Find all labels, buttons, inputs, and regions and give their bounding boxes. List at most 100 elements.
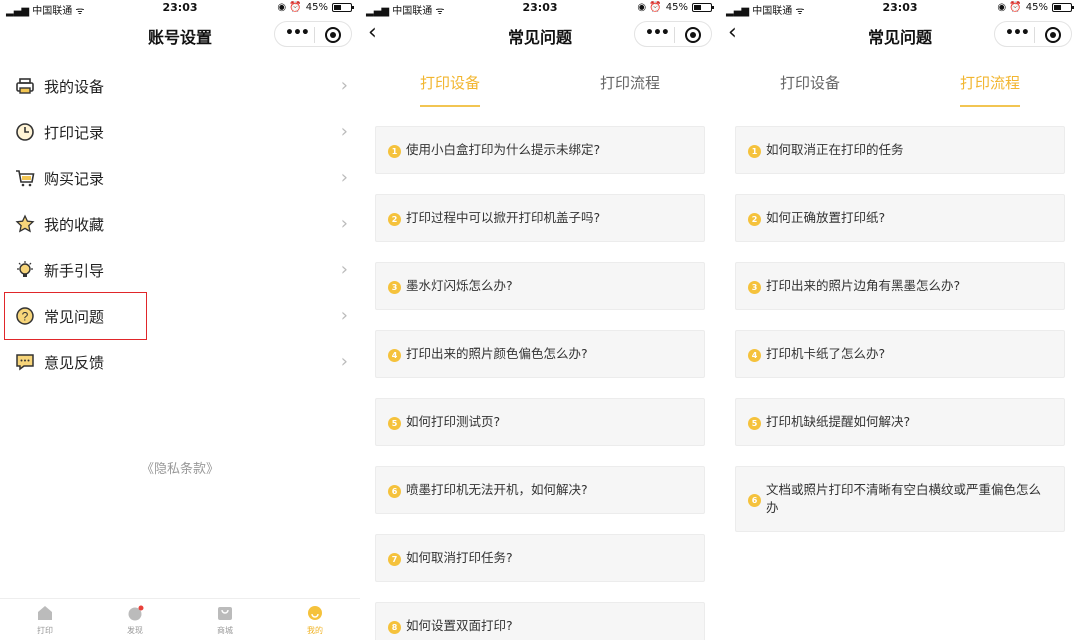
question-card[interactable]: 6 喷墨打印机无法开机，如何解决? [375,466,705,514]
battery-icon [1052,3,1074,12]
settings-menu-item[interactable]: 我的设备 › [0,63,360,109]
question-number-badge: 6 [748,493,761,507]
close-mini-program-icon[interactable] [325,27,341,43]
chevron-right-icon: › [340,305,348,326]
chevron-right-icon: › [340,167,348,188]
settings-menu-item[interactable]: 新手引导 › [0,247,360,293]
question-number-badge: 5 [748,416,761,430]
tab-discover[interactable]: 发现 [90,599,180,640]
mini-program-capsule: ••• [994,21,1072,47]
tab-label: 我的 [307,626,323,635]
faq-tabs: 打印设备 打印流程 [720,52,1080,108]
question-card[interactable]: 3 打印出来的照片边角有黑墨怎么办? [735,262,1065,310]
profile-icon [306,605,324,621]
question-number-badge: 6 [388,484,401,498]
battery-text: 45% [1025,2,1048,13]
close-mini-program-icon[interactable] [1045,27,1061,43]
chevron-right-icon: › [340,259,348,280]
settings-menu-item[interactable]: 我的收藏 › [0,201,360,247]
tab-label: 发现 [127,626,143,635]
settings-menu-item[interactable]: 打印记录 › [0,109,360,155]
status-right: ◉ ⏰ 45% [637,2,714,13]
question-card[interactable]: 4 打印机卡纸了怎么办? [735,330,1065,378]
close-mini-program-icon[interactable] [685,27,701,43]
question-text: 墨水灯闪烁怎么办? [406,278,513,293]
question-text: 打印过程中可以掀开打印机盖子吗? [406,210,601,225]
tab-shop[interactable]: 商城 [180,599,270,640]
active-tab-underline [960,105,1020,107]
question-text: 打印机卡纸了怎么办? [766,346,886,361]
tab-label: 打印 [37,626,53,635]
question-number-badge: 7 [388,552,401,566]
menu-item-label: 意见反馈 [44,354,105,372]
question-text: 如何正确放置打印纸? [766,210,886,225]
status-right: ◉ ⏰ 45% [997,2,1074,13]
menu-item-label: 打印记录 [44,124,105,142]
question-number-badge: 4 [748,348,761,362]
question-number-badge: 8 [388,620,401,634]
navbar: ‹ 常见问题 ••• [360,18,720,52]
question-number-badge: 4 [388,348,401,362]
battery-text: 45% [305,2,328,13]
chevron-right-icon: › [340,351,348,372]
tab-print-process[interactable]: 打印流程 [570,72,690,93]
bottom-tab-bar: 打印 发现 商城 我的 [0,598,360,640]
question-number-badge: 2 [748,212,761,226]
status-bar: ▂▄▆ 中国联通 ᯤ 23:03 ◉ ⏰ 45% [720,0,1080,18]
question-card[interactable]: 5 打印机缺纸提醒如何解决? [735,398,1065,446]
chat-icon [14,351,36,373]
question-number-badge: 3 [388,280,401,294]
battery-fill [1054,5,1061,10]
tab-print-process[interactable]: 打印流程 [930,72,1050,107]
question-text: 打印机缺纸提醒如何解决? [766,414,911,429]
tab-print-device[interactable]: 打印设备 [390,72,510,107]
question-card[interactable]: 8 如何设置双面打印? [375,602,705,640]
question-card[interactable]: 1 如何取消正在打印的任务 [735,126,1065,174]
faq-process-screen: ▂▄▆ 中国联通 ᯤ 23:03 ◉ ⏰ 45% ‹ 常见问题 ••• 打印设备 … [720,0,1080,640]
mini-program-capsule: ••• [274,21,352,47]
privacy-link[interactable]: 《隐私条款》 [0,458,360,477]
printer-icon [14,75,36,97]
question-card[interactable]: 1 使用小白盒打印为什么提示未绑定? [375,126,705,174]
mini-program-capsule: ••• [634,21,712,47]
battery-icon [332,3,354,12]
navbar: 账号设置 ••• [0,18,360,52]
settings-menu-item[interactable]: 意见反馈 › [0,339,360,385]
tab-print-device[interactable]: 打印设备 [750,72,870,93]
home-icon [36,605,54,621]
question-text: 如何打印测试页? [406,414,501,429]
question-card[interactable]: 5 如何打印测试页? [375,398,705,446]
question-card[interactable]: 6 文档或照片打印不清晰有空白横纹或严重偏色怎么办 [735,466,1065,532]
battery-fill [694,5,701,10]
tab-home[interactable]: 打印 [0,599,90,640]
faq-tabs: 打印设备 打印流程 [360,52,720,108]
more-icon[interactable]: ••• [645,25,670,41]
menu-item-label: 购买记录 [44,170,105,188]
status-bar: ▂▄▆ 中国联通 ᯤ 23:03 ◉ ⏰ 45% [0,0,360,18]
question-text: 如何取消正在打印的任务 [766,142,904,157]
question-number-badge: 2 [388,212,401,226]
question-text: 如何取消打印任务? [406,550,513,565]
question-number-badge: 5 [388,416,401,430]
settings-menu-item[interactable]: 购买记录 › [0,155,360,201]
battery-icon [692,3,714,12]
question-card[interactable]: 3 墨水灯闪烁怎么办? [375,262,705,310]
battery-fill [334,5,341,10]
menu-item-label: 我的收藏 [44,216,105,234]
question-number-badge: 3 [748,280,761,294]
more-icon[interactable]: ••• [285,25,310,41]
question-card[interactable]: 2 打印过程中可以掀开打印机盖子吗? [375,194,705,242]
star-icon [14,213,36,235]
status-right: ◉ ⏰ 45% [277,2,354,13]
more-icon[interactable]: ••• [1005,25,1030,41]
shop-icon [216,605,234,621]
question-card[interactable]: 2 如何正确放置打印纸? [735,194,1065,242]
question-card[interactable]: 4 打印出来的照片颜色偏色怎么办? [375,330,705,378]
question-text: 喷墨打印机无法开机，如何解决? [406,482,588,497]
account-settings-screen: ▂▄▆ 中国联通 ᯤ 23:03 ◉ ⏰ 45% 账号设置 ••• 我的设备 › 打印… [0,0,360,640]
battery-text: 45% [665,2,688,13]
tab-profile[interactable]: 我的 [270,599,360,640]
active-tab-underline [420,105,480,107]
question-card[interactable]: 7 如何取消打印任务? [375,534,705,582]
question-number-badge: 1 [748,144,761,158]
